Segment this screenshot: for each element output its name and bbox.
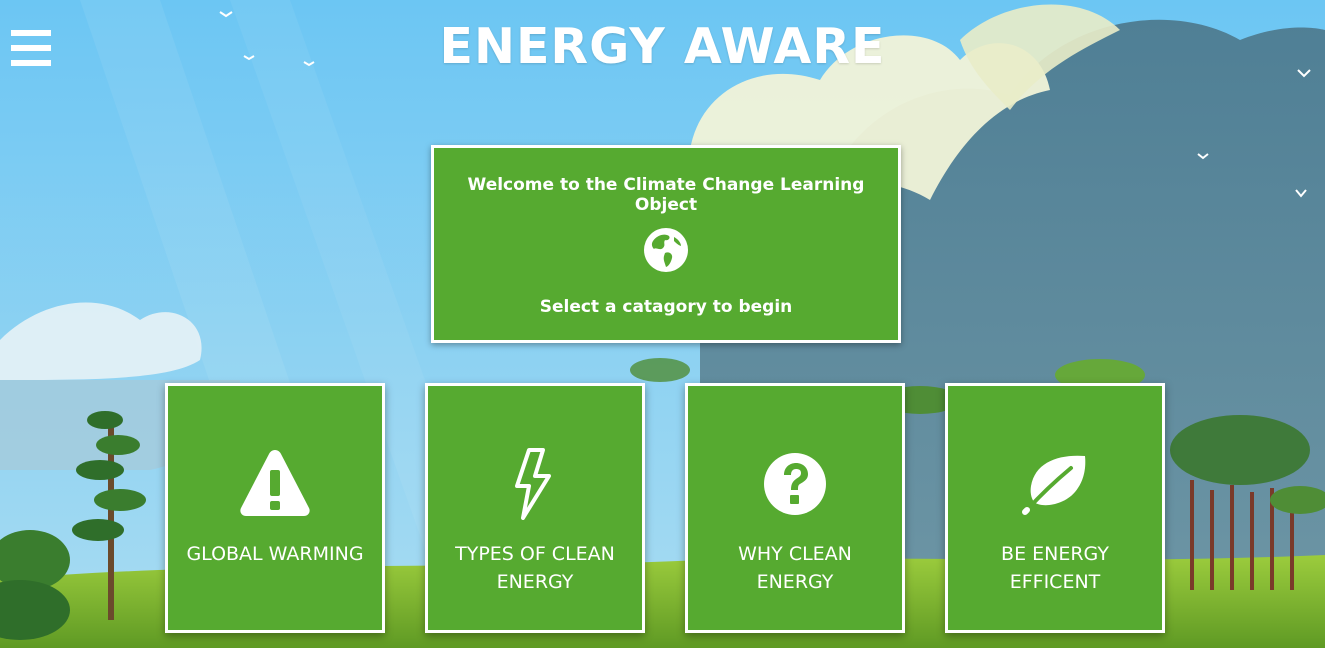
globe-icon bbox=[644, 228, 688, 272]
lightning-bolt-icon bbox=[515, 448, 551, 520]
leaf-icon bbox=[1022, 455, 1086, 515]
warning-icon bbox=[240, 450, 310, 516]
question-circle-icon bbox=[764, 453, 826, 515]
category-card-global-warming[interactable]: GLOBAL WARMING bbox=[165, 383, 385, 633]
category-card-why-clean-energy[interactable]: WHY CLEAN ENERGY bbox=[685, 383, 905, 633]
welcome-heading: Welcome to the Climate Change Learning O… bbox=[467, 175, 865, 215]
category-label: WHY CLEAN ENERGY bbox=[738, 543, 852, 593]
category-label: BE ENERGY EFFICENT bbox=[1001, 543, 1109, 593]
category-label: GLOBAL WARMING bbox=[186, 543, 364, 565]
category-label: TYPES OF CLEAN ENERGY bbox=[455, 543, 615, 593]
category-card-types-of-clean-energy[interactable]: TYPES OF CLEAN ENERGY bbox=[425, 383, 645, 633]
welcome-subheading: Select a catagory to begin bbox=[539, 297, 793, 317]
app-title: ENERGY AWARE bbox=[439, 18, 886, 75]
welcome-card: Welcome to the Climate Change Learning O… bbox=[431, 145, 901, 343]
category-card-be-energy-efficient[interactable]: BE ENERGY EFFICENT bbox=[945, 383, 1165, 633]
